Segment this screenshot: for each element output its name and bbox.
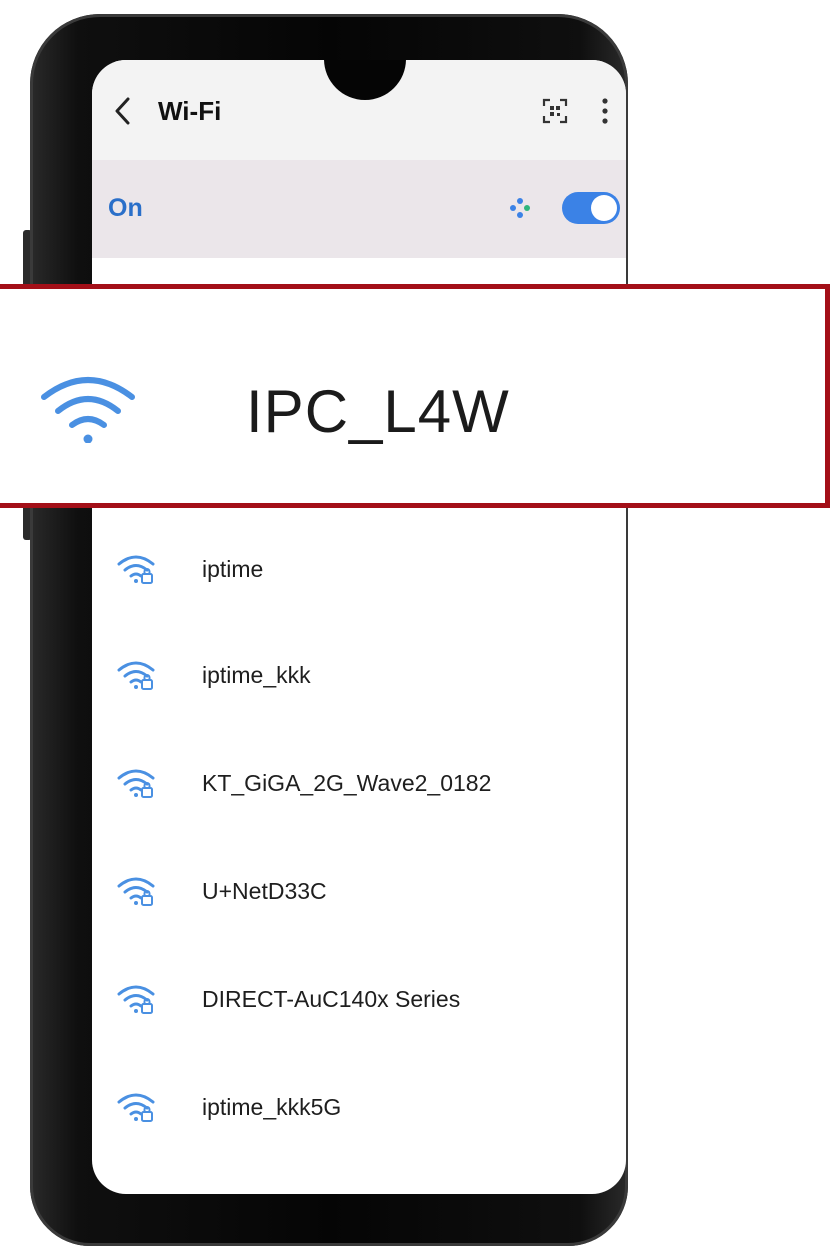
wifi-toggle-row[interactable]: On xyxy=(92,160,626,258)
wifi-lock-icon xyxy=(116,1090,156,1124)
network-row[interactable]: U+NetD33C xyxy=(92,836,626,944)
wifi-lock-icon xyxy=(116,982,156,1016)
network-row[interactable]: iptime xyxy=(92,514,626,622)
network-row[interactable]: KT_GiGA_2G_Wave2_0182 xyxy=(92,728,626,836)
phone-frame: Wi-Fi On iptime iptime_kkk KT_GiGA_2G_Wa… xyxy=(30,14,628,1246)
network-name: U+NetD33C xyxy=(202,878,327,904)
qr-scan-icon[interactable] xyxy=(542,98,568,124)
phone-screen: Wi-Fi On iptime iptime_kkk KT_GiGA_2G_Wa… xyxy=(92,60,626,1194)
network-name: iptime_kkk xyxy=(202,662,311,688)
scanning-icon xyxy=(510,198,530,218)
network-row[interactable]: iptime_medi xyxy=(92,1160,626,1194)
network-name: iptime_kkk5G xyxy=(202,1094,342,1120)
page-title: Wi-Fi xyxy=(158,96,222,126)
wifi-lock-icon xyxy=(116,766,156,800)
highlighted-network-name: IPC_L4W xyxy=(246,378,510,445)
wifi-lock-icon xyxy=(116,552,156,586)
more-options-icon[interactable] xyxy=(600,96,610,126)
network-name: DIRECT-AuC140x Series xyxy=(202,986,461,1012)
wifi-toggle-switch[interactable] xyxy=(562,192,620,224)
network-name: iptime xyxy=(202,556,264,582)
network-row[interactable]: DIRECT-AuC140x Series xyxy=(92,944,626,1052)
network-name: KT_GiGA_2G_Wave2_0182 xyxy=(202,770,492,796)
toggle-knob xyxy=(591,195,617,221)
wifi-lock-icon xyxy=(116,658,156,692)
wifi-signal-icon xyxy=(41,377,135,443)
network-row[interactable]: iptime_kkk xyxy=(92,620,626,728)
wifi-lock-icon xyxy=(116,874,156,908)
highlighted-network-callout[interactable]: IPC_L4W xyxy=(0,284,830,508)
back-arrow-icon[interactable] xyxy=(112,96,134,126)
wifi-state-label: On xyxy=(108,194,143,222)
network-row[interactable]: iptime_kkk5G xyxy=(92,1052,626,1160)
